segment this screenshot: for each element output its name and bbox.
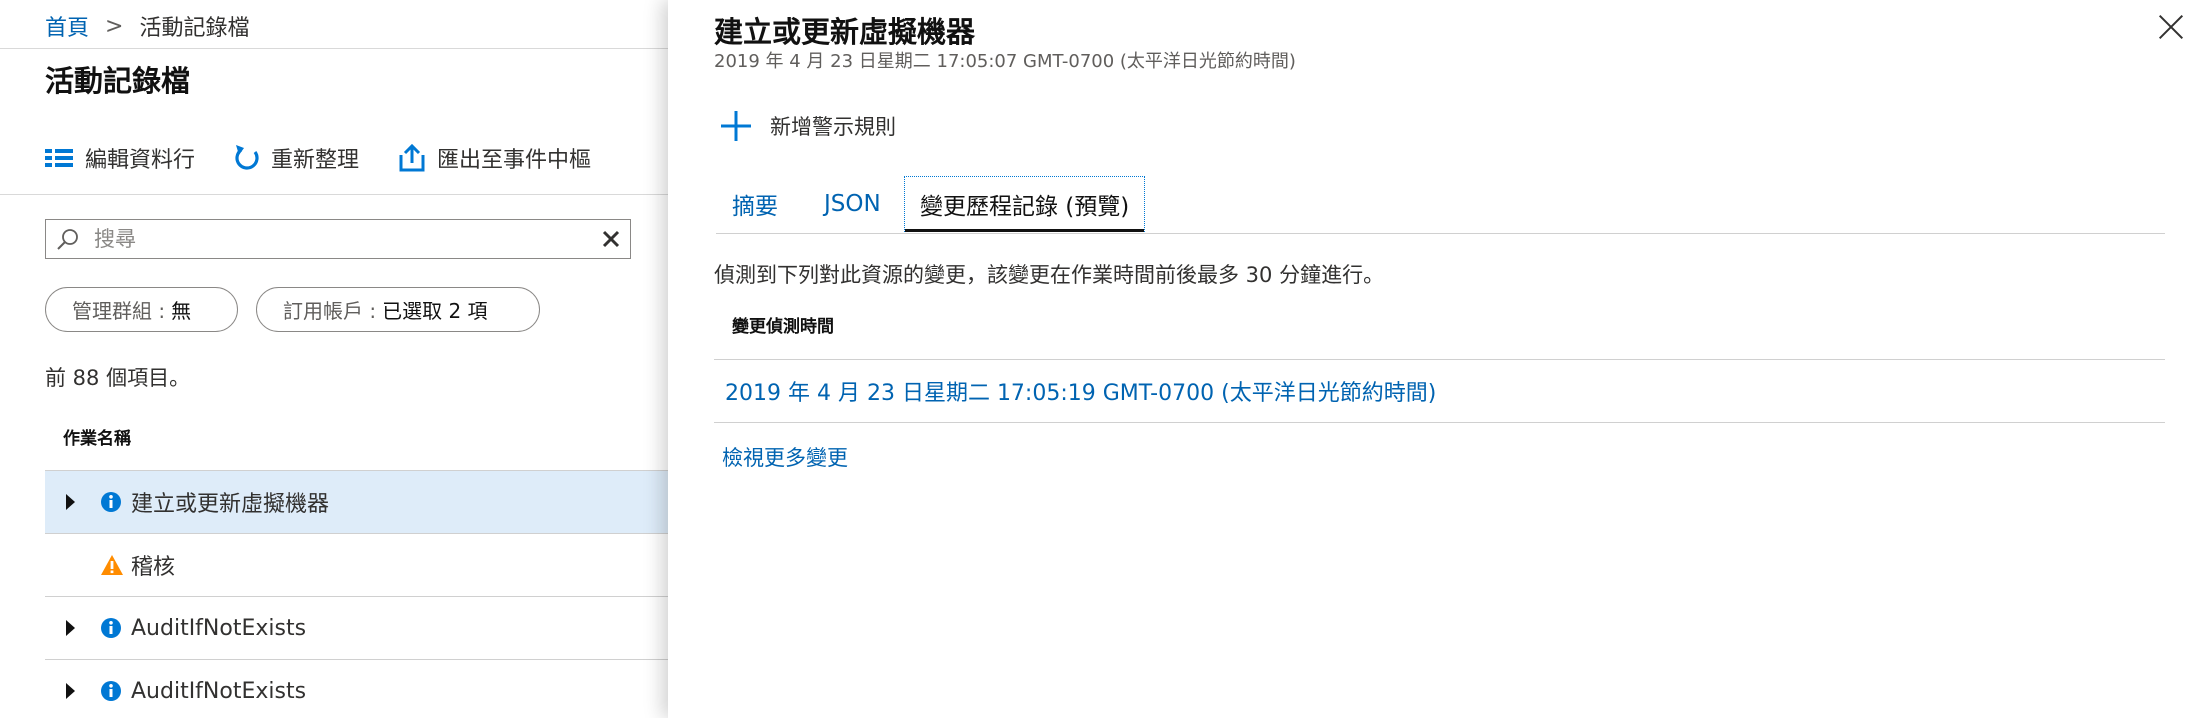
export-label: 匯出至事件中樞 bbox=[437, 148, 592, 173]
change-table-divider bbox=[714, 422, 2165, 423]
page-title: 活動記錄檔 bbox=[45, 64, 191, 98]
search-box bbox=[45, 219, 631, 259]
view-more-changes-link[interactable]: 檢視更多變更 bbox=[722, 442, 848, 472]
add-alert-rule-button[interactable]: 新增警示規則 bbox=[720, 110, 896, 142]
edit-columns-button[interactable]: 編輯資料行 bbox=[45, 142, 195, 174]
add-alert-rule-label: 新增警示規則 bbox=[770, 115, 896, 139]
clear-search-icon[interactable] bbox=[602, 230, 620, 248]
management-group-filter-value: 無 bbox=[171, 299, 192, 323]
toolbar-divider bbox=[0, 194, 668, 195]
tab-change-history[interactable]: 變更歷程記錄 (預覽) bbox=[904, 176, 1146, 232]
subscription-filter[interactable]: 訂用帳戶 : 已選取 2 項 bbox=[256, 287, 540, 332]
plus-icon bbox=[721, 111, 751, 141]
result-count: 前 88 個項目。 bbox=[45, 366, 191, 390]
operations-list: 建立或更新虛擬機器 稽核 AuditIfNotExists AuditIfNot… bbox=[45, 470, 668, 718]
change-detected-time-column-header: 變更偵測時間 bbox=[732, 317, 834, 337]
subscription-filter-label: 訂用帳戶 : bbox=[283, 299, 377, 323]
warning-icon bbox=[101, 555, 123, 575]
toolbar: 編輯資料行 重新整理 匯出至事件中樞 bbox=[45, 142, 629, 174]
refresh-icon bbox=[235, 145, 259, 170]
management-group-filter-label: 管理群組 : bbox=[72, 299, 166, 323]
tab-summary[interactable]: 摘要 bbox=[716, 176, 794, 232]
event-detail-blade: 建立或更新虛擬機器 2019 年 4 月 23 日星期二 17:05:07 GM… bbox=[668, 0, 2206, 718]
table-row[interactable]: AuditIfNotExists bbox=[45, 659, 668, 718]
export-event-hub-button[interactable]: 匯出至事件中樞 bbox=[397, 142, 591, 174]
refresh-label: 重新整理 bbox=[271, 148, 360, 173]
table-row[interactable]: 建立或更新虛擬機器 bbox=[45, 470, 668, 533]
breadcrumb: 首頁 > 活動記錄檔 bbox=[45, 10, 249, 42]
expand-caret-icon[interactable] bbox=[66, 683, 75, 699]
tab-json[interactable]: JSON bbox=[810, 176, 895, 232]
change-info-text: 偵測到下列對此資源的變更，該變更在作業時間前後最多 30 分鐘進行。 bbox=[714, 263, 1385, 287]
expand-caret-icon[interactable] bbox=[66, 494, 75, 510]
breadcrumb-separator: > bbox=[105, 13, 124, 39]
table-row[interactable]: AuditIfNotExists bbox=[45, 596, 668, 659]
close-icon[interactable] bbox=[2158, 14, 2184, 40]
expand-caret-icon[interactable] bbox=[66, 620, 75, 636]
header-divider bbox=[0, 48, 668, 49]
refresh-button[interactable]: 重新整理 bbox=[233, 142, 359, 174]
list-icon bbox=[45, 149, 73, 167]
export-icon bbox=[399, 143, 425, 172]
operation-name: 建立或更新虛擬機器 bbox=[131, 492, 330, 517]
edit-columns-label: 編輯資料行 bbox=[85, 148, 196, 173]
detail-title: 建立或更新虛擬機器 bbox=[714, 15, 976, 49]
info-icon bbox=[101, 681, 121, 701]
change-table-divider bbox=[714, 359, 2165, 360]
info-icon bbox=[101, 618, 121, 638]
search-input[interactable] bbox=[94, 227, 602, 251]
activity-log-blade: 首頁 > 活動記錄檔 活動記錄檔 編輯資料行 重新整理 匯出至事件中樞 搜尋 管… bbox=[0, 0, 668, 718]
table-row[interactable]: 稽核 bbox=[45, 533, 668, 596]
breadcrumb-home-link[interactable]: 首頁 bbox=[45, 10, 89, 42]
change-time-link[interactable]: 2019 年 4 月 23 日星期二 17:05:19 GMT-0700 (太平… bbox=[725, 375, 1436, 407]
detail-tabs: 摘要 JSON 變更歷程記錄 (預覽) bbox=[716, 176, 2165, 234]
management-group-filter[interactable]: 管理群組 : 無 bbox=[45, 287, 238, 332]
operation-name: AuditIfNotExists bbox=[131, 678, 307, 704]
operation-name: AuditIfNotExists bbox=[131, 615, 307, 641]
operation-name-column-header[interactable]: 作業名稱 bbox=[63, 424, 131, 449]
operation-name: 稽核 bbox=[131, 555, 176, 580]
subscription-filter-value: 已選取 2 項 bbox=[382, 299, 488, 323]
breadcrumb-current: 活動記錄檔 bbox=[139, 16, 250, 41]
info-icon bbox=[101, 492, 121, 512]
search-icon bbox=[57, 229, 78, 250]
detail-timestamp: 2019 年 4 月 23 日星期二 17:05:07 GMT-0700 (太平… bbox=[714, 51, 1296, 72]
